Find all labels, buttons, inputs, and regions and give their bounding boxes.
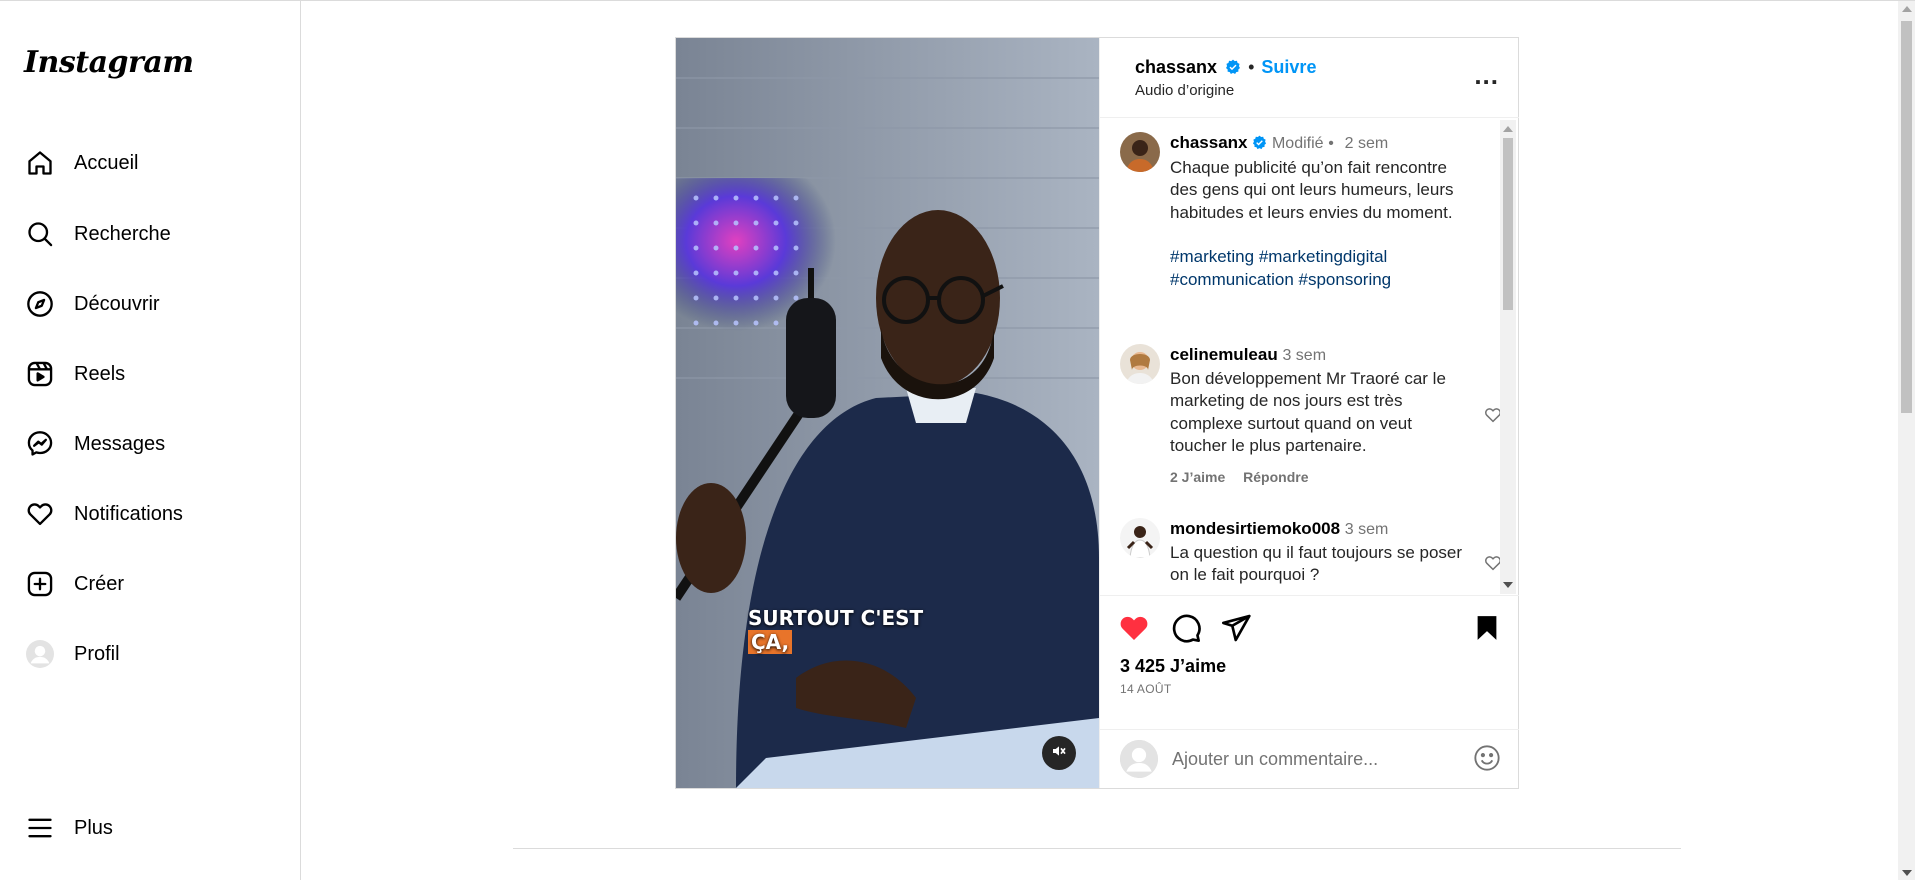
comment-text: Bon développement Mr Traoré car le marke… (1170, 368, 1446, 456)
nav-label: Découvrir (74, 292, 160, 315)
post-header: chassanx • Suivre Audio d’origine ... (1100, 38, 1519, 118)
post-panel: chassanx • Suivre Audio d’origine ... ch… (1099, 38, 1519, 788)
action-icons (1118, 612, 1503, 646)
nav-label: Reels (74, 362, 126, 385)
instagram-logo[interactable]: Instagram (24, 45, 194, 80)
nav-item-profile[interactable]: Profil (24, 634, 120, 674)
separator-dot: • (1248, 57, 1255, 77)
nav-label: Créer (74, 572, 125, 595)
nav-label: Plus (74, 816, 113, 839)
nav-item-home[interactable]: Accueil (24, 143, 138, 183)
avatar[interactable] (1120, 132, 1160, 172)
comment-body: celinemuleau 3 sem Bon développement Mr … (1170, 344, 1470, 488)
caption-username[interactable]: chassanx (1170, 133, 1248, 152)
scroll-up-arrow-icon[interactable] (1503, 126, 1513, 132)
add-comment-bar (1100, 729, 1519, 787)
post-date: 14 AOÛT (1120, 682, 1172, 696)
follow-button[interactable]: Suivre (1261, 57, 1316, 77)
comments-scrollbar[interactable] (1500, 120, 1516, 594)
comment-username[interactable]: mondesirtiemoko008 (1170, 519, 1340, 538)
share-send-icon[interactable] (1220, 612, 1252, 649)
compass-icon (24, 288, 56, 320)
caption-time[interactable]: 2 sem (1345, 135, 1389, 152)
nav-label: Messages (74, 432, 166, 455)
comment-actions: 2 J’aime Répondre (1170, 466, 1470, 489)
caption-body: chassanx Modifié • 2 sem Chaque publicit… (1170, 132, 1470, 291)
home-icon (24, 147, 56, 179)
comment-bubble-icon[interactable] (1170, 612, 1202, 649)
nav-label: Recherche (74, 222, 171, 245)
scroll-up-arrow-icon[interactable] (1902, 6, 1912, 12)
scrollbar-thumb[interactable] (1503, 138, 1513, 310)
nav-item-notifications[interactable]: Notifications (24, 494, 183, 534)
post-actions: 3 425 J’aime 14 AOÛT (1100, 595, 1519, 788)
speaker-muted-icon (1051, 743, 1067, 764)
plus-square-icon (24, 568, 56, 600)
nav-label: Accueil (74, 151, 139, 174)
bookmark-saved-icon[interactable] (1472, 612, 1502, 649)
nav-item-search[interactable]: Recherche (24, 214, 171, 254)
verified-badge-icon (1225, 59, 1241, 80)
video-caption: SURTOUT C'EST ÇA, (748, 606, 923, 654)
video-caption-highlight: ÇA, (748, 630, 793, 654)
reply-button[interactable]: Répondre (1243, 469, 1308, 485)
nav-item-reels[interactable]: Reels (24, 354, 125, 394)
nav-label: Profil (74, 642, 120, 665)
nav-label: Notifications (74, 502, 183, 525)
hashtags-line[interactable]: #marketing #marketingdigital (1170, 246, 1470, 269)
mute-button[interactable] (1042, 736, 1076, 770)
post-modal: SURTOUT C'EST ÇA, chassanx • Suivre Audi… (675, 37, 1519, 789)
scroll-down-arrow-icon[interactable] (1503, 582, 1513, 588)
scrollbar-thumb[interactable] (1901, 21, 1912, 413)
avatar[interactable] (1120, 344, 1160, 384)
avatar[interactable] (1120, 518, 1160, 558)
heart-icon (24, 498, 56, 530)
nav-item-messages[interactable]: Messages (24, 424, 165, 464)
hashtags-line[interactable]: #communication #sponsoring (1170, 269, 1470, 292)
caption-text: Chaque publicité qu’on fait rencontre de… (1170, 157, 1454, 222)
scroll-down-arrow-icon[interactable] (1902, 870, 1912, 876)
search-icon (24, 218, 56, 250)
like-heart-icon[interactable] (1118, 612, 1150, 649)
reel-video[interactable]: SURTOUT C'EST ÇA, (676, 38, 1099, 788)
nav-item-create[interactable]: Créer (24, 564, 124, 604)
avatar (1120, 740, 1158, 778)
post-header-user: chassanx • Suivre (1135, 57, 1316, 80)
comment-input[interactable] (1172, 742, 1442, 776)
nav-item-more[interactable]: Plus (24, 808, 113, 848)
nav-item-explore[interactable]: Découvrir (24, 284, 160, 324)
avatar-icon (24, 638, 56, 670)
video-caption-line: SURTOUT C'EST (748, 606, 924, 630)
separator-dot: • (1328, 135, 1334, 152)
comments-list[interactable]: chassanx Modifié • 2 sem Chaque publicit… (1100, 118, 1519, 595)
comment-username[interactable]: celinemuleau (1170, 345, 1278, 364)
messenger-icon (24, 428, 56, 460)
sidebar: Instagram Accueil Recherche Découvrir Re… (0, 1, 301, 880)
feed-divider (513, 848, 1681, 849)
menu-icon (24, 812, 56, 844)
verified-badge-icon (1252, 134, 1267, 157)
like-count[interactable]: 3 425 J’aime (1120, 656, 1226, 677)
emoji-icon[interactable] (1473, 744, 1501, 777)
comment-time[interactable]: 3 sem (1345, 521, 1389, 538)
comment-text: La question qu il faut toujours se poser… (1170, 542, 1463, 585)
reels-icon (24, 358, 56, 390)
comment-time[interactable]: 3 sem (1282, 347, 1326, 364)
comment-body: mondesirtiemoko008 3 sem La question qu … (1170, 518, 1470, 587)
author-username[interactable]: chassanx (1135, 57, 1217, 77)
more-options-button[interactable]: ... (1474, 60, 1499, 91)
video-frame (676, 38, 1099, 788)
comment-likes[interactable]: 2 J’aime (1170, 469, 1225, 485)
audio-link[interactable]: Audio d’origine (1135, 82, 1234, 99)
page-scrollbar[interactable] (1898, 1, 1915, 880)
edited-label: Modifié (1271, 135, 1324, 152)
